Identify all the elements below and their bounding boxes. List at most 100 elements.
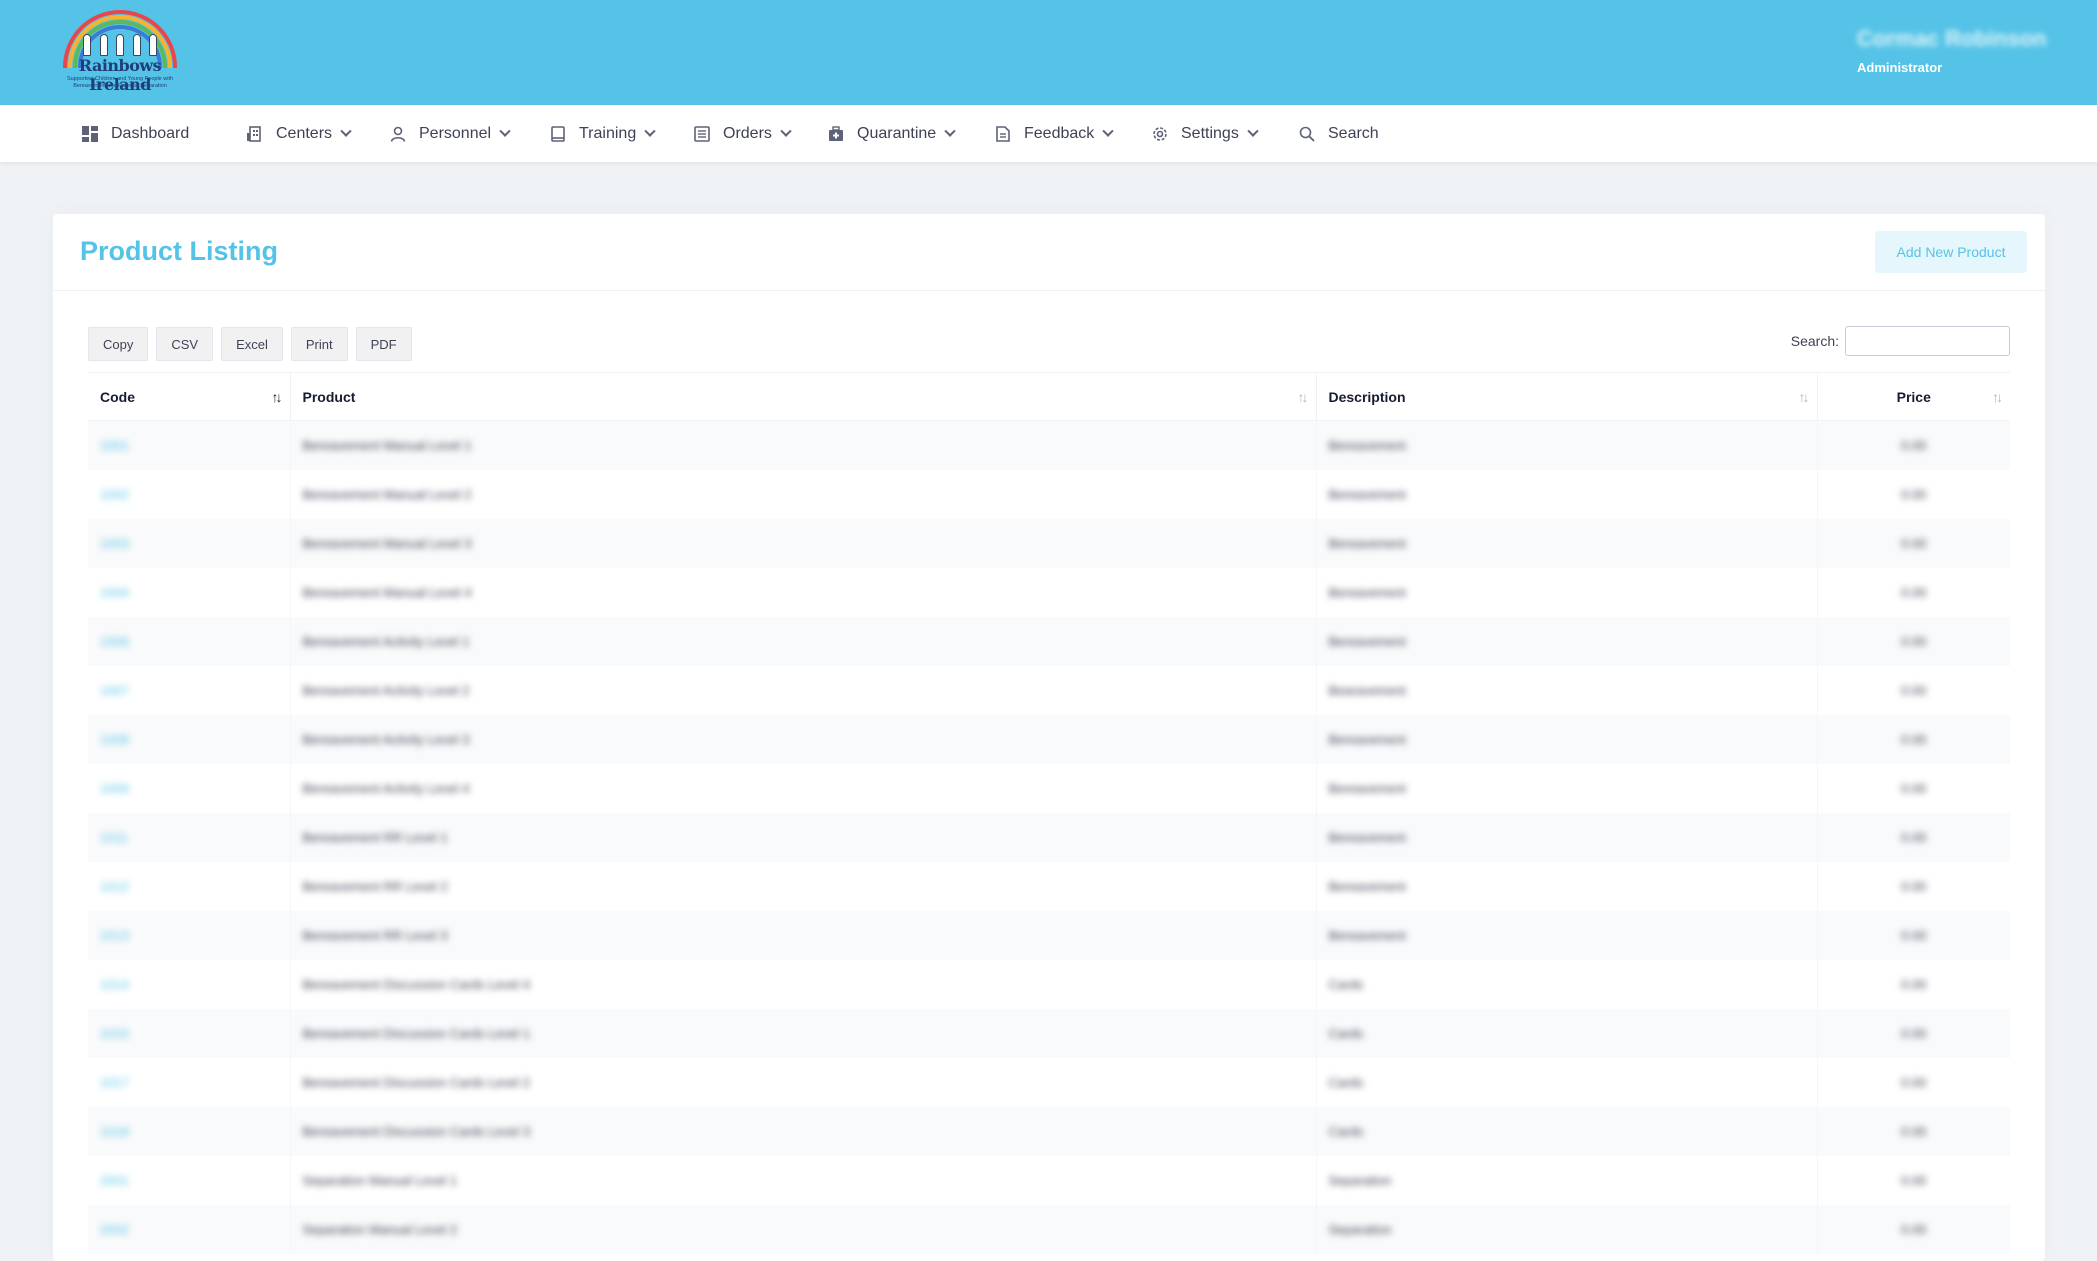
product-description: Separation [1328,1221,1392,1237]
nav-feedback[interactable]: Feedback [994,105,1114,162]
nav-quarantine[interactable]: Quarantine [827,105,956,162]
product-description: Bereavement [1328,437,1406,453]
nav-label-training: Training [579,124,637,142]
cell-price: 0.00 [1816,959,2010,1009]
document-icon [994,125,1012,143]
nav-label-centers: Centers [276,124,333,142]
csv-button[interactable]: CSV [156,327,214,361]
cell-code: 1017 [88,1058,290,1107]
rainbows-ireland-logo[interactable]: Rainbows Ireland Supporting Children and… [55,8,185,96]
cell-description: Bereavement [1315,812,1817,862]
user-icon [389,125,407,143]
cell-product: Bereavement Manual Level 3 [289,518,1316,568]
cell-product: Bereavement Discussion Cards Level 1 [289,1008,1316,1058]
product-code-link[interactable]: 1009 [100,781,129,796]
product-code-link[interactable]: 1004 [100,585,129,600]
product-description: Bereavement [1328,927,1406,943]
product-name: Bereavement Activity Level 2 [302,682,470,698]
nav-personnel[interactable]: Personnel [389,105,511,162]
product-code-link[interactable]: 1008 [100,732,129,747]
product-description: Bereavement [1328,535,1406,551]
table-row: 1002 Bereavement Manual Level 2 Bereavemen… [88,469,2010,519]
product-name: Bereavement Activity Level 1 [302,633,470,649]
cell-product: Bereavement Discussion Cards Level 4 [289,959,1316,1009]
product-code-link[interactable]: 1018 [100,1124,129,1139]
table-row: 1004 Bereavement Manual Level 4 Bereavemen… [88,567,2010,617]
table-row: 1011 Bereavement RR Level 1 Bereavement 0.0… [88,812,2010,862]
excel-button[interactable]: Excel [221,327,283,361]
search-input[interactable] [1845,326,2010,356]
cell-code: 1002 [88,470,290,519]
nav-label-orders: Orders [723,124,772,142]
product-name: Bereavement Manual Level 4 [302,584,472,600]
cell-price: 0.00 [1816,469,2010,519]
product-price: 0.00 [1901,437,1927,453]
product-code-link[interactable]: 1003 [100,536,129,551]
cell-price: 0.00 [1816,763,2010,813]
column-header-description[interactable]: Description ↑↓ [1315,372,1817,421]
product-code-link[interactable]: 1001 [100,438,129,453]
product-price: 0.00 [1901,682,1927,698]
nav-settings[interactable]: Settings [1151,105,1259,162]
table-header-row: Code ↑↓ Product ↑↓ Description ↑↓ Price ↑↓ [88,372,2010,421]
cell-code: 1009 [88,764,290,813]
product-code-link[interactable]: 2001 [100,1173,129,1188]
cell-product: Bereavement Activity Level 1 [289,616,1316,666]
cell-price: 0.00 [1816,1155,2010,1205]
list-icon [693,125,711,143]
cell-product: Separation Manual Level 2 [289,1204,1316,1254]
product-name: Bereavement RR Level 1 [302,829,448,845]
column-header-product[interactable]: Product ↑↓ [289,372,1316,421]
nav-centers[interactable]: Centers [246,105,352,162]
table-row: 1015 Bereavement Discussion Cards Level 1… [88,1008,2010,1058]
cell-description: Bereavement [1315,420,1817,470]
cell-code: 1014 [88,960,290,1009]
product-name: Bereavement Activity Level 4 [302,780,470,796]
cell-description: Cards [1315,1057,1817,1107]
product-code-link[interactable]: 1011 [100,830,128,845]
nav-label-settings: Settings [1181,124,1239,142]
cell-product: Bereavement Manual Level 2 [289,469,1316,519]
chevron-down-icon [780,125,792,137]
table-search: Search: [1791,326,2010,356]
print-button[interactable]: Print [290,327,348,361]
cell-product: Bereavement Discussion Cards Level 3 [289,1106,1316,1156]
medkit-icon [827,125,845,143]
nav-dashboard[interactable]: Dashboard [81,105,189,162]
product-code-link[interactable]: 1002 [100,487,129,502]
product-code-link[interactable]: 2002 [100,1222,129,1237]
cell-price: 0.00 [1816,567,2010,617]
table-row: 1001 Bereavement Manual Level 1 Bereavemen… [88,420,2010,470]
column-header-code[interactable]: Code ↑↓ [88,372,290,421]
product-code-link[interactable]: 1014 [100,977,129,992]
product-listing-card: Product Listing Add New Product Copy CSV… [53,214,2045,1261]
nav-label-feedback: Feedback [1024,124,1095,142]
product-price: 0.00 [1901,1025,1927,1041]
product-code-link[interactable]: 1012 [100,879,129,894]
nav-search[interactable]: Search [1298,105,1379,162]
copy-button[interactable]: Copy [88,327,149,361]
user-role: Administrator [1857,60,1943,75]
product-name: Bereavement RR Level 3 [302,927,448,943]
product-code-link[interactable]: 1007 [100,683,129,698]
product-code-link[interactable]: 1006 [100,634,129,649]
column-header-price[interactable]: Price ↑↓ [1816,372,2010,421]
product-code-link[interactable]: 1015 [100,1026,129,1041]
product-name: Bereavement Discussion Cards Level 1 [302,1025,531,1041]
product-code-link[interactable]: 1017 [100,1075,129,1090]
product-price: 0.00 [1901,976,1927,992]
column-label-product: Product [302,388,356,405]
pdf-button[interactable]: PDF [355,327,412,361]
cell-description: Bereavement [1315,910,1817,960]
table-row: 1017 Bereavement Discussion Cards Level 2… [88,1057,2010,1107]
cell-price: 0.00 [1816,1106,2010,1156]
nav-label-quarantine: Quarantine [857,124,937,142]
cell-code: 1006 [88,616,290,666]
cell-price: 0.00 [1816,1057,2010,1107]
cell-code: 1015 [88,1008,290,1058]
add-new-product-button[interactable]: Add New Product [1875,231,2027,273]
product-code-link[interactable]: 1013 [100,928,129,943]
nav-training[interactable]: Training [549,105,656,162]
chevron-down-icon [1102,125,1114,137]
nav-orders[interactable]: Orders [693,105,792,162]
